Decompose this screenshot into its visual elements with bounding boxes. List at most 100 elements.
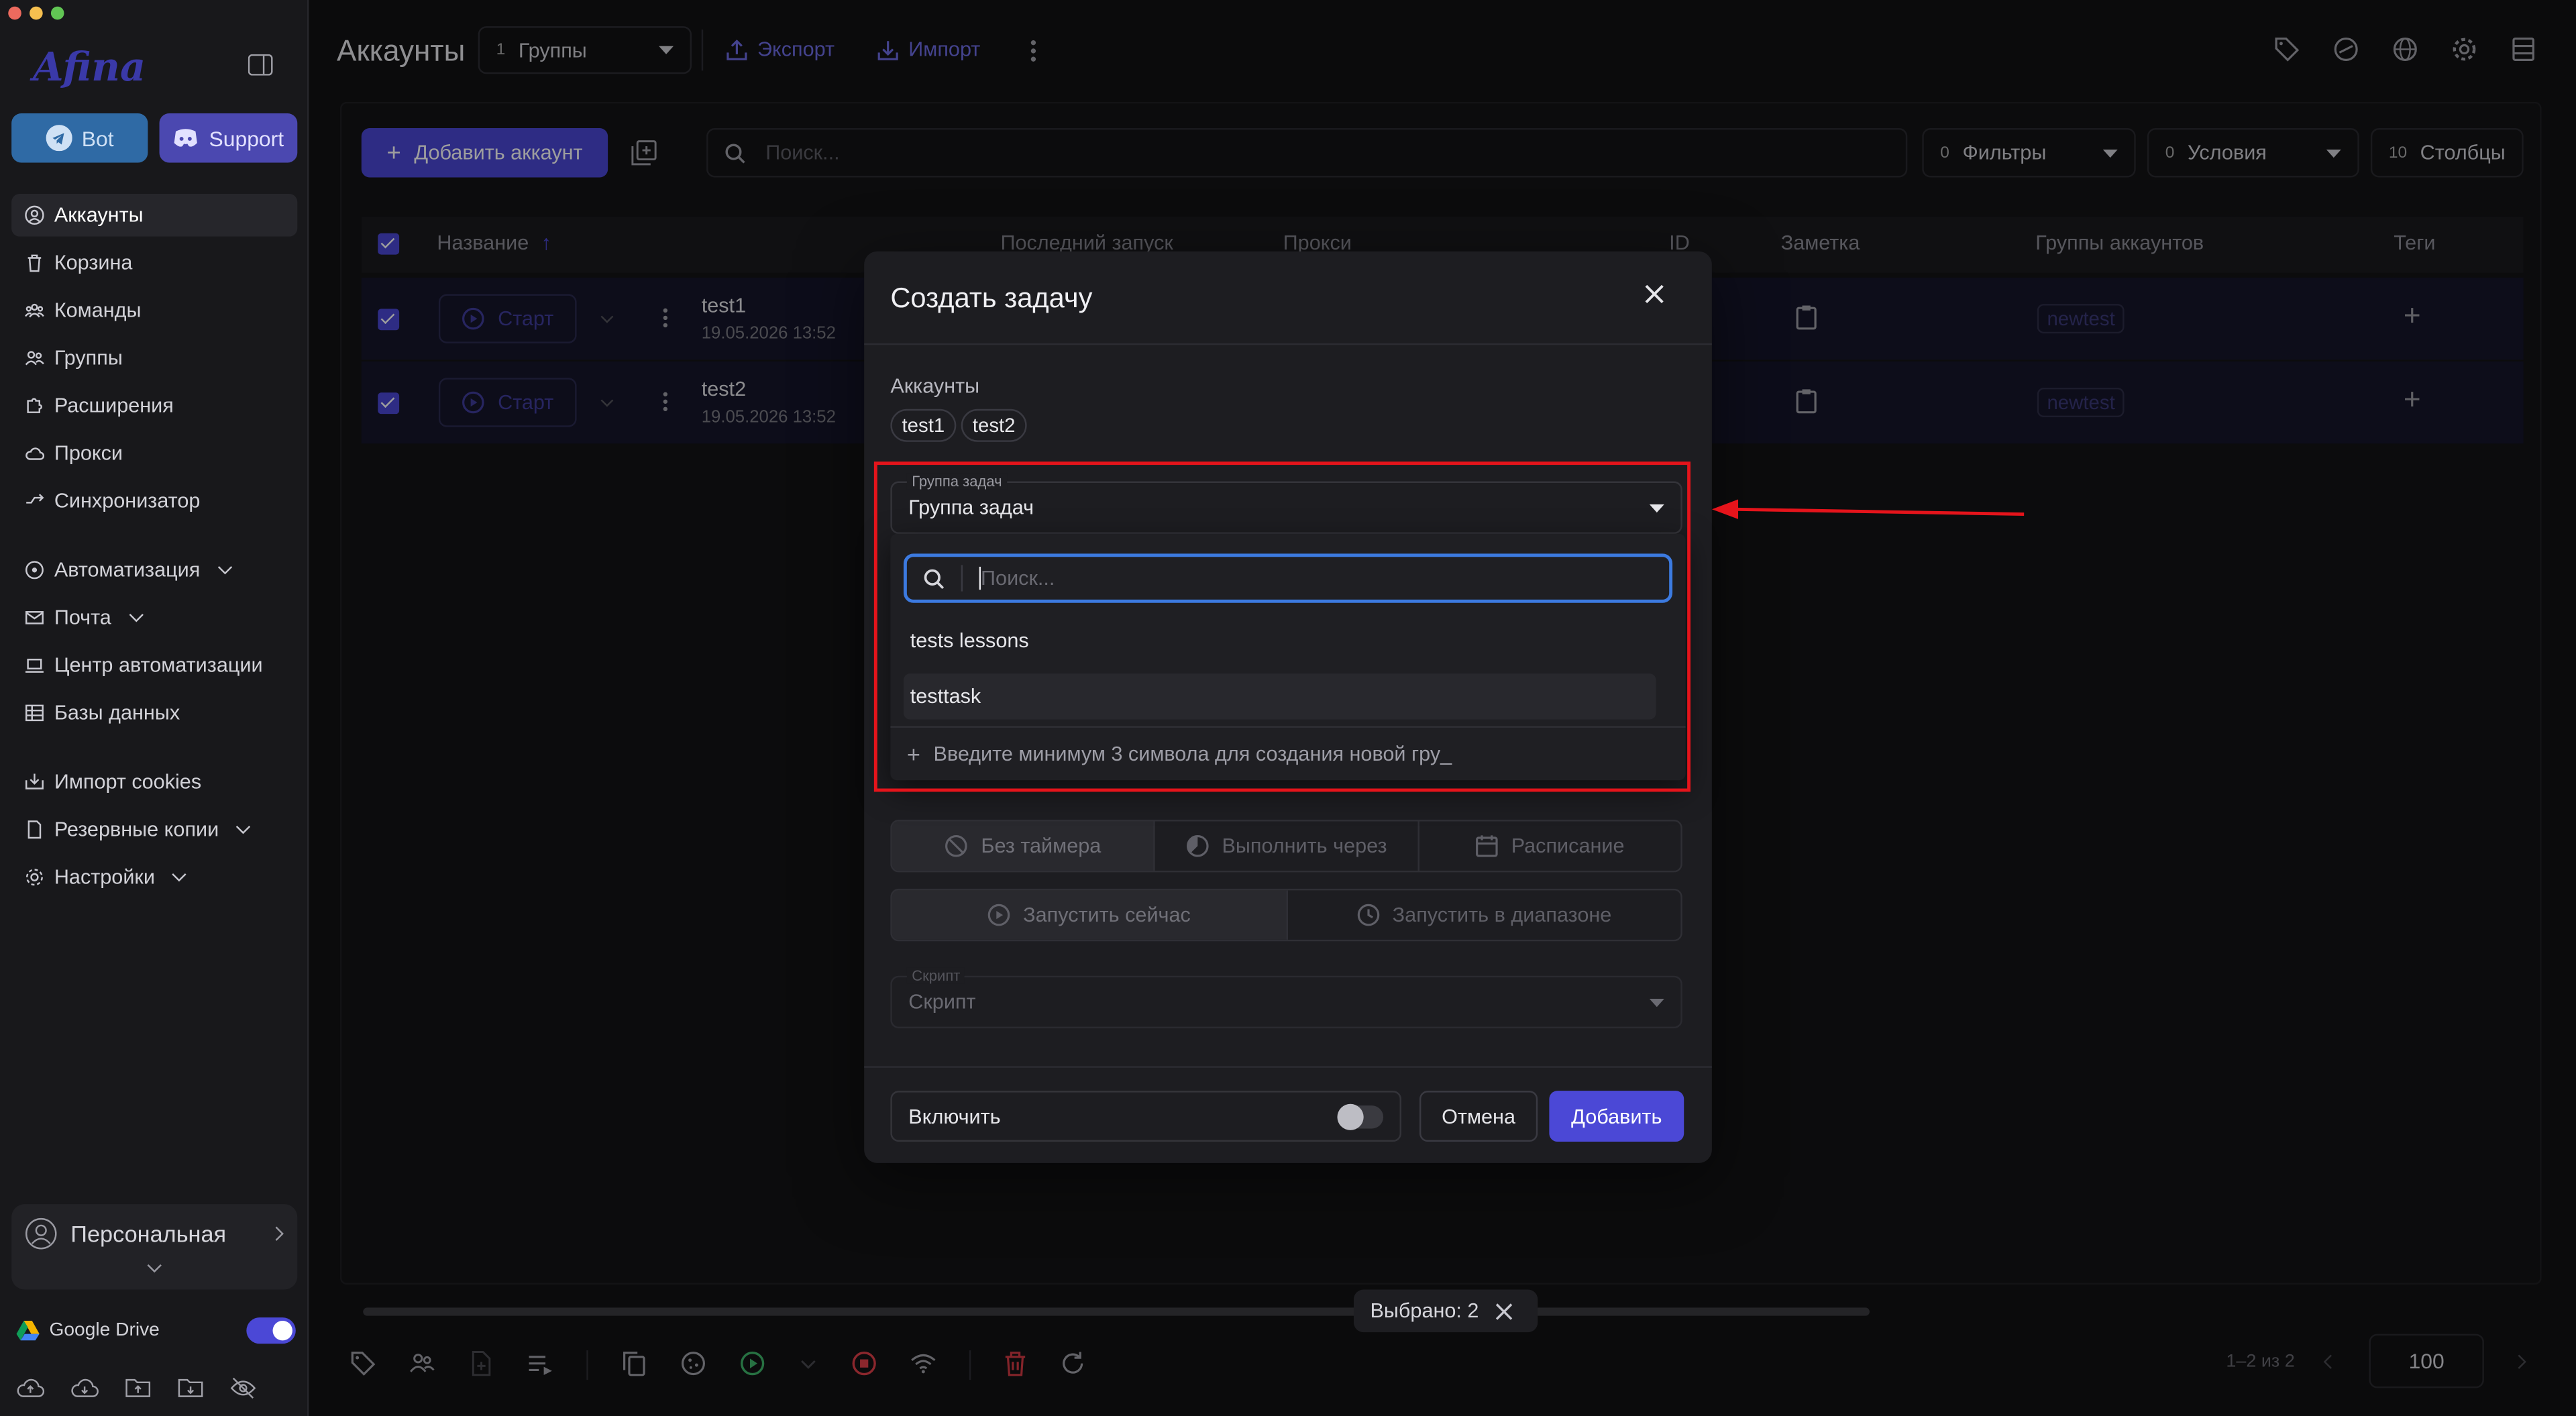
play-circle-icon	[987, 904, 1010, 926]
close-icon[interactable]	[1644, 284, 1664, 304]
google-drive-toggle[interactable]	[246, 1317, 296, 1344]
calendar-icon	[1475, 835, 1498, 857]
sidebar-item-proxy[interactable]: Прокси	[11, 432, 297, 475]
laptop-icon	[25, 659, 44, 673]
sync-icon	[26, 494, 44, 504]
run-in-range-option[interactable]: Запустить в диапазоне	[1287, 890, 1681, 939]
cloud-upload-icon[interactable]	[16, 1376, 45, 1399]
annotation-arrow-icon	[1711, 499, 2025, 519]
table-icon	[25, 704, 44, 722]
eye-off-icon[interactable]	[230, 1376, 256, 1399]
run-mode-toggle: Запустить сейчас Запустить в диапазоне	[890, 888, 1682, 942]
sidebar-item-databases[interactable]: Базы данных	[11, 692, 297, 734]
profile-switcher[interactable]: Персональная	[11, 1204, 298, 1290]
sidebar-item-accounts[interactable]: Аккаунты	[11, 193, 298, 237]
sidebar-item-label: Прокси	[54, 441, 123, 466]
sidebar-item-label: Импорт cookies	[54, 770, 202, 794]
script-value: Скрипт	[908, 990, 976, 1014]
sidebar-item-label: Аккаунты	[54, 203, 144, 227]
chevron-down-icon	[217, 566, 232, 575]
divider	[864, 1066, 1712, 1068]
import-icon	[25, 773, 44, 789]
minimize-window-icon[interactable]	[30, 6, 43, 20]
support-button[interactable]: Support	[159, 113, 298, 163]
run-now-option[interactable]: Запустить сейчас	[892, 890, 1287, 940]
sidebar-item-mail[interactable]: Почта	[11, 596, 297, 639]
mail-icon	[25, 611, 44, 624]
folder-upload-icon[interactable]	[125, 1376, 151, 1399]
sidebar-item-teams[interactable]: Команды	[11, 289, 297, 332]
trash-icon	[28, 254, 42, 272]
telegram-icon	[45, 125, 72, 152]
puzzle-icon	[27, 398, 42, 413]
highlight-box	[873, 461, 1691, 792]
sidebar-item-label: Корзина	[54, 251, 133, 274]
google-drive-icon	[16, 1320, 40, 1341]
sidebar-item-groups[interactable]: Группы	[11, 337, 297, 380]
cancel-button[interactable]: Отмена	[1419, 1091, 1538, 1142]
support-label: Support	[209, 125, 284, 151]
account-chip: test1	[890, 409, 957, 442]
no-timer-option[interactable]: Без таймера	[892, 821, 1156, 871]
user-circle-icon	[25, 205, 44, 225]
sidebar-item-backups[interactable]: Резервные копии	[11, 808, 297, 851]
window-controls	[8, 6, 64, 20]
option-label: Расписание	[1511, 834, 1625, 858]
sidebar-bottom-actions	[16, 1376, 256, 1399]
chevron-down-icon	[236, 825, 251, 834]
document-icon	[28, 820, 42, 839]
sidebar-item-synchronizer[interactable]: Синхронизатор	[11, 480, 297, 523]
google-drive-label: Google Drive	[49, 1320, 160, 1341]
dialog-title: Создать задачу	[890, 282, 1093, 314]
sidebar-item-trash[interactable]: Корзина	[11, 241, 297, 284]
chevron-down-icon[interactable]	[146, 1263, 162, 1273]
sidebar-item-label: Резервные копии	[54, 818, 219, 841]
sidebar-item-extensions[interactable]: Расширения	[11, 384, 297, 427]
sidebar-item-label: Команды	[54, 298, 142, 323]
schedule-option[interactable]: Расписание	[1419, 822, 1680, 871]
cloud-icon	[25, 447, 45, 460]
divider	[864, 343, 1712, 345]
profile-name: Персональная	[70, 1220, 227, 1247]
team-icon	[25, 303, 44, 318]
bot-button[interactable]: Bot	[11, 113, 148, 163]
avatar	[25, 1217, 57, 1250]
run-after-option[interactable]: Выполнить через	[1155, 821, 1419, 871]
selection-chip: Выбрано: 2	[1353, 1289, 1538, 1333]
selected-count: Выбрано: 2	[1370, 1299, 1479, 1323]
close-window-icon[interactable]	[8, 6, 21, 20]
script-select[interactable]: Скрипт Скрипт	[890, 967, 1682, 1029]
accounts-label: Аккаунты	[890, 374, 980, 398]
sidebar-item-automation-center[interactable]: Центр автоматизации	[11, 644, 297, 687]
folder-download-icon[interactable]	[177, 1376, 203, 1399]
discord-icon	[174, 129, 198, 147]
clock-icon	[1356, 904, 1379, 926]
bot-label: Bot	[81, 125, 114, 151]
sidebar-item-label: Базы данных	[54, 701, 180, 725]
option-label: Выполнить через	[1222, 834, 1387, 858]
ban-icon	[945, 834, 967, 857]
enable-label: Включить	[908, 1104, 1001, 1128]
gear-icon	[25, 869, 43, 886]
enable-switch-row[interactable]: Включить	[890, 1091, 1401, 1142]
enable-toggle[interactable]	[1337, 1103, 1384, 1130]
sidebar-item-import-cookies[interactable]: Импорт cookies	[11, 761, 297, 804]
google-drive-sync: Google Drive	[16, 1317, 296, 1344]
cloud-download-icon[interactable]	[70, 1376, 99, 1399]
maximize-window-icon[interactable]	[50, 6, 64, 20]
caret-down-icon	[1649, 998, 1664, 1007]
close-icon[interactable]	[1495, 1302, 1513, 1320]
sidebar-item-automation[interactable]: Автоматизация	[11, 549, 297, 592]
sidebar-item-label: Почта	[54, 606, 111, 629]
chevron-down-icon	[172, 873, 187, 882]
sidebar: Afina Bot Support Аккаунты Корзина Коман…	[0, 0, 309, 1416]
sidebar-collapse-icon[interactable]	[248, 54, 273, 76]
sidebar-item-label: Группы	[54, 346, 123, 370]
add-button[interactable]: Добавить	[1549, 1091, 1684, 1142]
chevron-right-icon	[275, 1226, 284, 1241]
sidebar-item-label: Автоматизация	[54, 558, 201, 582]
account-chip: test2	[961, 409, 1027, 442]
sidebar-item-label: Синхронизатор	[54, 489, 201, 513]
sidebar-item-settings[interactable]: Настройки	[11, 856, 297, 899]
option-label: Запустить в диапазоне	[1392, 903, 1612, 927]
